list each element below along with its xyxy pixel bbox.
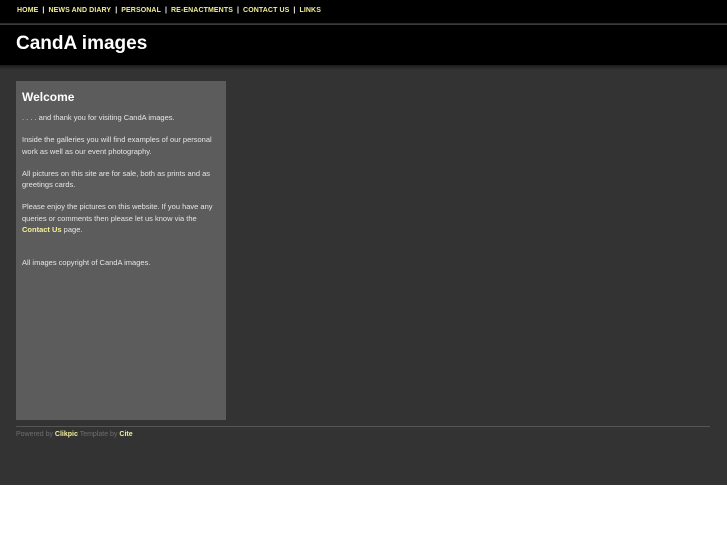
nav-link-personal[interactable]: PERSONAL: [121, 7, 161, 14]
nav-link-news-and-diary[interactable]: NEWS AND DIARY: [48, 7, 111, 14]
template-by-label: Template by: [77, 431, 120, 438]
nav-separator: |: [115, 7, 118, 14]
welcome-paragraph-1: . . . . and thank you for visiting CandA…: [22, 113, 175, 122]
nav-separator: |: [164, 7, 168, 14]
footer-divider: [16, 426, 710, 427]
welcome-heading: Welcome: [22, 90, 75, 104]
nav-link-contact-us[interactable]: CONTACT US: [243, 7, 289, 14]
nav-link-links[interactable]: LINKS: [299, 7, 321, 14]
site-header: CandA images: [0, 24, 727, 65]
site-title: CandA images: [16, 33, 148, 54]
powered-by-label: Powered by: [16, 431, 55, 438]
nav-separator: |: [42, 7, 45, 14]
welcome-panel: Welcome . . . . and thank you for visiti…: [16, 81, 226, 420]
top-navigation: HOME | NEWS AND DIARY | PERSONAL | RE-ENACTMEN…: [0, 0, 727, 24]
copyright-text: All images copyright of CandA images.: [22, 258, 151, 268]
header-shadow: [0, 65, 727, 70]
welcome-paragraph-3: All pictures on this site are for sale, …: [22, 168, 211, 190]
welcome-paragraph-2: Inside the galleries you will find examp…: [22, 135, 212, 156]
clikpic-link[interactable]: Clikpic: [55, 431, 78, 438]
nav-separator: |: [236, 7, 240, 14]
cite-link[interactable]: Cite: [119, 431, 132, 438]
paragraph-4-text-end: page.: [61, 225, 83, 235]
nav-link-home[interactable]: HOME: [17, 7, 38, 14]
welcome-paragraph-4: Please enjoy the pictures on this websit…: [22, 201, 220, 235]
nav-separator: |: [293, 7, 296, 14]
nav-list: HOME | NEWS AND DIARY | PERSONAL | RE-ENACTMEN…: [17, 7, 321, 14]
nav-link-re-enactments[interactable]: RE-ENACTMENTS: [171, 7, 233, 14]
contact-us-link[interactable]: Contact Us: [22, 225, 62, 234]
paragraph-4-text: Please enjoy the pictures on this websit…: [22, 202, 213, 223]
site-container: HOME | NEWS AND DIARY | PERSONAL | RE-ENACTMEN…: [0, 0, 727, 485]
footer-credits: Powered by Clikpic Template by Cite: [16, 431, 133, 438]
